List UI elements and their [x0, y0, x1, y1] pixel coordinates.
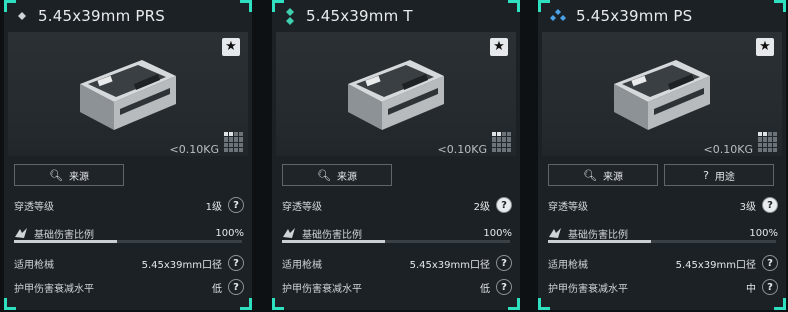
source-button[interactable]: 🔍︎ 来源 — [548, 164, 658, 186]
weapon-row: 适用枪械 5.45x39mm口径 ? — [14, 252, 244, 274]
source-button-label: 来源 — [336, 171, 357, 183]
help-button[interactable]: ? — [228, 255, 244, 271]
double-diamond-icon — [282, 8, 298, 25]
usage-button-label: 用途 — [714, 171, 735, 183]
card-header: 5.45x39mm PRS — [4, 0, 252, 32]
selection-corner — [272, 298, 284, 310]
ammo-card-prs[interactable]: 5.45x39mm PRS ★ <0.10KG 🔍︎ 来源 穿透等级 1级 ? — [4, 0, 252, 310]
help-button[interactable]: ? — [762, 255, 778, 271]
damage-label: 基础伤害比例 — [34, 229, 94, 241]
armor-row: 护甲伤害衰减水平 低 ? — [282, 276, 512, 298]
weapon-label: 适用枪械 — [282, 259, 322, 271]
damage-icon — [14, 227, 28, 239]
ammo-card-ps[interactable]: 5.45x39mm PS ★ <0.10KG 🔍︎ 来源 ? 用途 穿透等级 3… — [538, 0, 786, 310]
ammo-box-icon — [348, 60, 444, 130]
size-grid-icon — [224, 132, 244, 152]
question-icon: ? — [703, 168, 709, 182]
weight-label: <0.10KG — [169, 143, 219, 156]
selection-corner — [4, 298, 16, 310]
damage-bar — [14, 240, 242, 243]
damage-icon — [282, 227, 296, 239]
armor-row: 护甲伤害衰减水平 中 ? — [548, 276, 778, 298]
help-button[interactable]: ? — [762, 197, 778, 213]
weapon-row: 适用枪械 5.45x39mm口径 ? — [548, 252, 778, 274]
armor-value: 低 — [212, 283, 222, 295]
weapon-label: 适用枪械 — [548, 259, 588, 271]
help-button[interactable]: ? — [762, 279, 778, 295]
triple-diamond-icon — [548, 8, 568, 24]
help-button[interactable]: ? — [496, 279, 512, 295]
help-button[interactable]: ? — [496, 255, 512, 271]
penetration-value: 3级 — [739, 201, 756, 213]
penetration-label: 穿透等级 — [548, 201, 588, 213]
weapon-row: 适用枪械 5.45x39mm口径 ? — [282, 252, 512, 274]
damage-label: 基础伤害比例 — [568, 229, 628, 241]
star-icon[interactable]: ★ — [756, 38, 774, 56]
penetration-value: 2级 — [473, 201, 490, 213]
item-preview: ★ <0.10KG — [542, 32, 782, 156]
damage-bar-fill — [548, 240, 651, 243]
damage-value: 100% — [483, 227, 512, 239]
size-grid-icon — [492, 132, 512, 152]
source-button-label: 来源 — [68, 171, 89, 183]
armor-value: 低 — [480, 283, 490, 295]
help-button[interactable]: ? — [496, 197, 512, 213]
damage-icon — [548, 227, 562, 239]
weapon-value: 5.45x39mm口径 — [409, 259, 490, 271]
damage-value: 100% — [215, 227, 244, 239]
help-button[interactable]: ? — [228, 279, 244, 295]
armor-value: 中 — [746, 283, 756, 295]
card-header: 5.45x39mm PS — [538, 0, 786, 32]
weight-label: <0.10KG — [703, 143, 753, 156]
selection-corner — [538, 298, 550, 310]
item-title: 5.45x39mm PRS — [38, 7, 165, 25]
item-title: 5.45x39mm PS — [576, 7, 693, 25]
item-title: 5.45x39mm T — [306, 7, 413, 25]
diamond-small-icon — [14, 8, 30, 24]
ammo-card-t[interactable]: 5.45x39mm T ★ <0.10KG 🔍︎ 来源 穿透等级 2级 ? 基础… — [272, 0, 520, 310]
damage-value: 100% — [749, 227, 778, 239]
search-icon: 🔍︎ — [583, 168, 597, 182]
weight-label: <0.10KG — [437, 143, 487, 156]
armor-label: 护甲伤害衰减水平 — [14, 283, 94, 295]
penetration-value: 1级 — [205, 201, 222, 213]
help-button[interactable]: ? — [228, 197, 244, 213]
armor-label: 护甲伤害衰减水平 — [282, 283, 362, 295]
damage-label: 基础伤害比例 — [302, 229, 362, 241]
armor-label: 护甲伤害衰减水平 — [548, 283, 628, 295]
card-header: 5.45x39mm T — [272, 0, 520, 32]
search-icon: 🔍︎ — [317, 168, 331, 182]
weapon-value: 5.45x39mm口径 — [141, 259, 222, 271]
damage-bar — [282, 240, 510, 243]
usage-button[interactable]: ? 用途 — [664, 164, 774, 186]
selection-corner — [240, 298, 252, 310]
item-preview: ★ <0.10KG — [276, 32, 516, 156]
weapon-label: 适用枪械 — [14, 259, 54, 271]
damage-bar-fill — [14, 240, 117, 243]
ammo-box-icon — [614, 60, 710, 130]
penetration-label: 穿透等级 — [14, 201, 54, 213]
star-icon[interactable]: ★ — [222, 38, 240, 56]
selection-corner — [508, 298, 520, 310]
selection-corner — [774, 298, 786, 310]
damage-bar — [548, 240, 776, 243]
penetration-row: 穿透等级 1级 ? — [14, 194, 244, 216]
penetration-label: 穿透等级 — [282, 201, 322, 213]
item-preview: ★ <0.10KG — [8, 32, 248, 156]
star-icon[interactable]: ★ — [490, 38, 508, 56]
source-button[interactable]: 🔍︎ 来源 — [14, 164, 124, 186]
penetration-row: 穿透等级 2级 ? — [282, 194, 512, 216]
armor-row: 护甲伤害衰减水平 低 ? — [14, 276, 244, 298]
ammo-box-icon — [80, 60, 176, 130]
source-button[interactable]: 🔍︎ 来源 — [282, 164, 392, 186]
penetration-row: 穿透等级 3级 ? — [548, 194, 778, 216]
search-icon: 🔍︎ — [49, 168, 63, 182]
weapon-value: 5.45x39mm口径 — [675, 259, 756, 271]
source-button-label: 来源 — [602, 171, 623, 183]
damage-bar-fill — [282, 240, 385, 243]
size-grid-icon — [758, 132, 778, 152]
